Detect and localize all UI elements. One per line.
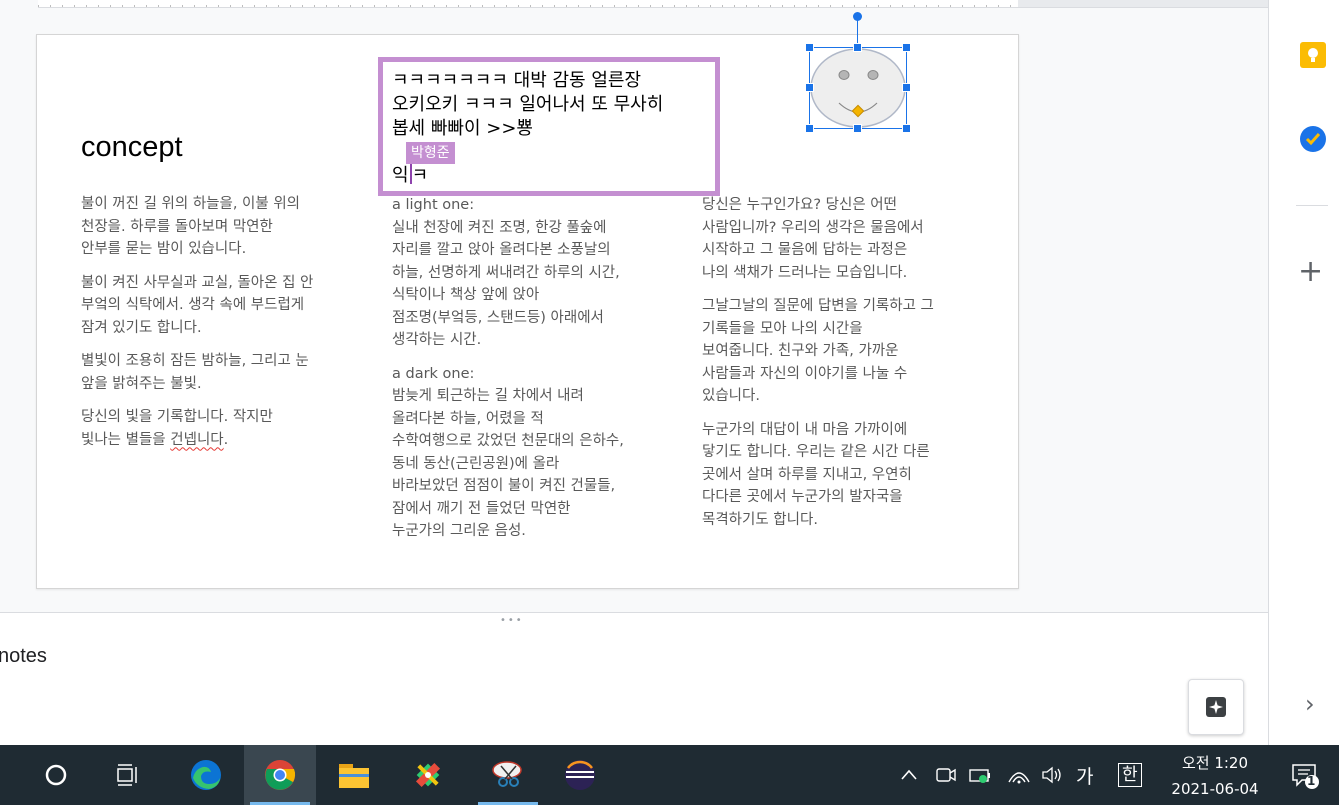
speaker-notes-area[interactable]: notes <box>0 612 1268 745</box>
explore-button[interactable] <box>1188 679 1244 735</box>
slide-title[interactable]: concept <box>81 131 183 164</box>
paragraph: 그날그날의 질문에 답변을 기록하고 그 기록들을 모아 나의 시간을 보여줍니… <box>702 298 934 404</box>
paragraph: a dark one: 밤늦게 퇴근하는 길 차에서 내려 올려다본 하늘, 어… <box>392 365 624 540</box>
ime-mode-button[interactable]: 한 <box>1118 745 1142 805</box>
tray-battery[interactable] <box>968 745 994 805</box>
notes-resize-handle[interactable]: ••• <box>500 615 524 626</box>
resize-handle-n[interactable] <box>853 43 862 52</box>
collaborator-textbox[interactable]: ㅋㅋㅋㅋㅋㅋㅋ 대박 감동 얼른장 오키오키 ㅋㅋㅋ 일어나서 또 무사히 봅세… <box>378 57 720 196</box>
slide-canvas[interactable]: concept 불이 꺼진 길 위의 하늘을, 이불 위의 천장을. 하루를 돌… <box>36 12 1019 589</box>
paragraph: 누군가의 대답이 내 마음 가까이에 닿기도 합니다. 우리는 같은 시간 다른… <box>702 421 930 528</box>
resize-handle-s[interactable] <box>853 124 862 133</box>
keep-button[interactable] <box>1298 40 1328 70</box>
tray-meet-now[interactable] <box>934 745 958 805</box>
eclipse-ide-icon <box>565 760 595 790</box>
speaker-volume-icon <box>1042 766 1061 784</box>
textbox-content[interactable]: ㅋㅋㅋㅋㅋㅋㅋ 대박 감동 얼른장 오키오키 ㅋㅋㅋ 일어나서 또 무사히 봅세… <box>392 69 712 141</box>
chrome-browser-icon <box>265 760 296 790</box>
edge-browser-icon <box>191 760 221 790</box>
notification-icon <box>1292 764 1319 789</box>
paragraph: 당신은 누구인가요? 당신은 어떤 사람입니까? 우리의 생각은 물음에서 시작… <box>702 197 924 281</box>
paragraph-text: . <box>223 431 229 448</box>
taskbar-app-tool[interactable] <box>392 745 464 805</box>
resize-handle-sw[interactable] <box>805 124 814 133</box>
selection-box <box>809 47 907 129</box>
notes-placeholder[interactable]: notes <box>0 645 47 668</box>
resize-handle-w[interactable] <box>805 83 814 92</box>
panel-divider <box>1296 205 1328 206</box>
wifi-icon <box>1008 772 1030 784</box>
textbox-line-2[interactable]: 익ㅋ <box>392 161 428 187</box>
ime-mode-label: 한 <box>1118 763 1142 787</box>
text-column-2[interactable]: a light one: 실내 천장에 켜진 조명, 한강 풀숲에 자리를 깔고… <box>392 194 687 554</box>
rotate-handle[interactable] <box>853 12 862 21</box>
taskbar-chrome[interactable] <box>244 745 316 805</box>
resize-handle-ne[interactable] <box>902 43 911 52</box>
taskbar-edge[interactable] <box>170 745 242 805</box>
add-addon-plus-icon[interactable]: + <box>1298 257 1323 287</box>
horizontal-ruler[interactable] <box>38 0 1018 8</box>
resize-handle-e[interactable] <box>902 83 911 92</box>
ruler-margin <box>1018 0 1268 8</box>
camera-icon <box>936 768 956 782</box>
typed-text: ㅋ <box>411 165 429 186</box>
windows-taskbar: 가 한 오전 1:20 2021-06-04 1 <box>0 745 1339 805</box>
paragraph: 불이 꺼진 길 위의 하늘을, 이불 위의 천장을. 하루를 돌아보며 막연한 … <box>81 196 301 257</box>
clock-time: 오전 1:20 <box>1181 754 1249 772</box>
paragraph: a light one: 실내 천장에 켜진 조명, 한강 풀숲에 자리를 깔고… <box>392 197 620 348</box>
paragraph: 별빛이 조용히 잠든 밤하늘, 그리고 눈 앞을 밝혀주는 불빛. <box>81 353 309 392</box>
scissors-icon <box>492 761 522 787</box>
smiley-shape[interactable] <box>805 12 911 133</box>
notification-count-badge: 1 <box>1307 774 1316 788</box>
ime-language-indicator[interactable]: 가 <box>1076 745 1093 805</box>
resize-handle-se[interactable] <box>902 124 911 133</box>
taskbar-snipping-tool[interactable] <box>472 745 544 805</box>
taskbar-eclipse[interactable] <box>544 745 616 805</box>
folder-icon <box>339 764 369 788</box>
paragraph: 불이 켜진 사무실과 교실, 돌아온 집 안 부엌의 식탁에서. 생각 속에 부… <box>81 274 314 336</box>
show-hidden-icons-button[interactable] <box>898 745 920 805</box>
expand-chevron-right-icon[interactable]: › <box>1305 690 1315 718</box>
action-center-button[interactable]: 1 <box>1290 745 1320 805</box>
tasks-check-icon <box>1300 126 1326 152</box>
taskbar-file-explorer[interactable] <box>318 745 390 805</box>
tray-volume[interactable] <box>1040 745 1066 805</box>
paragraph: 당신의 빛을 기록합니다. 작지만 빛나는 별들을 건넵니다. <box>81 406 371 451</box>
task-view-button[interactable] <box>92 745 164 805</box>
side-panel: + › <box>1268 0 1339 745</box>
resize-handle-nw[interactable] <box>805 43 814 52</box>
keep-bulb-icon <box>1300 42 1326 68</box>
search-button[interactable] <box>20 745 92 805</box>
typed-text: 익 <box>392 165 409 186</box>
tasks-button[interactable] <box>1298 124 1328 154</box>
colorful-tools-icon <box>415 762 441 788</box>
text-column-3[interactable]: 당신은 누구인가요? 당신은 어떤 사람입니까? 우리의 생각은 물음에서 시작… <box>702 194 997 542</box>
chevron-up-icon <box>901 769 917 780</box>
text-column-1[interactable]: 불이 꺼진 길 위의 하늘을, 이불 위의 천장을. 하루를 돌아보며 막연한 … <box>81 193 371 462</box>
tray-network[interactable] <box>1006 745 1032 805</box>
task-view-icon <box>117 764 137 786</box>
spellcheck-word[interactable]: 건넵니다 <box>170 432 223 448</box>
system-clock[interactable]: 오전 1:20 2021-06-04 <box>1160 750 1270 802</box>
cortana-circle-icon <box>45 764 67 786</box>
explore-sparkle-icon <box>1206 697 1226 717</box>
battery-icon <box>969 769 990 783</box>
clock-date: 2021-06-04 <box>1171 780 1259 798</box>
